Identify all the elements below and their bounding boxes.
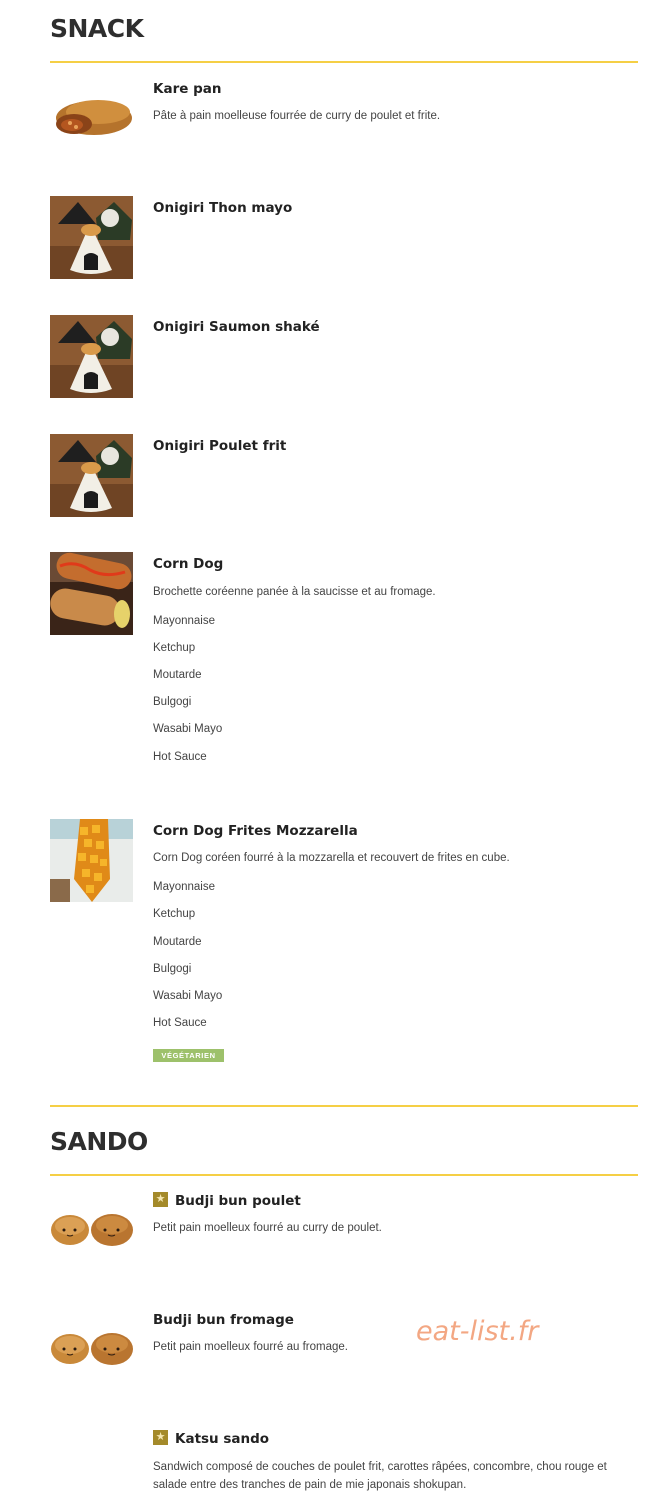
option-item[interactable]: Ketchup: [153, 642, 195, 654]
option-item[interactable]: Hot Sauce: [153, 1017, 207, 1029]
section-divider: [50, 61, 638, 63]
item-description: Petit pain moelleux fourré au curry de p…: [153, 1222, 382, 1234]
option-item[interactable]: Moutarde: [153, 669, 202, 681]
star-icon: ★: [153, 1192, 168, 1207]
item-title[interactable]: Onigiri Poulet frit: [153, 438, 286, 454]
item-title[interactable]: Corn Dog Frites Mozzarella: [153, 823, 358, 839]
option-item[interactable]: Hot Sauce: [153, 751, 207, 763]
star-icon: ★: [153, 1430, 168, 1445]
option-item[interactable]: Bulgogi: [153, 696, 191, 708]
option-item[interactable]: Moutarde: [153, 936, 202, 948]
budji-bun-image[interactable]: [50, 1309, 133, 1392]
item-description: Petit pain moelleux fourré au fromage.: [153, 1341, 348, 1353]
option-item[interactable]: Wasabi Mayo: [153, 723, 222, 735]
item-title[interactable]: Budji bun fromage: [153, 1312, 294, 1328]
item-title[interactable]: Katsu sando: [175, 1431, 269, 1447]
option-item[interactable]: Wasabi Mayo: [153, 990, 222, 1002]
option-item[interactable]: Ketchup: [153, 908, 195, 920]
corn-dog-image[interactable]: [50, 552, 133, 635]
vegetarian-badge: VÉGÉTARIEN: [153, 1049, 224, 1062]
item-title[interactable]: Onigiri Thon mayo: [153, 200, 292, 216]
option-item[interactable]: Mayonnaise: [153, 881, 215, 893]
item-title[interactable]: Onigiri Saumon shaké: [153, 319, 320, 335]
budji-bun-image[interactable]: [50, 1190, 133, 1273]
onigiri-image[interactable]: [50, 315, 133, 398]
section-divider: [50, 1174, 638, 1176]
corn-dog-fries-image[interactable]: [50, 819, 133, 902]
item-title[interactable]: Kare pan: [153, 81, 221, 97]
section-title-sando: SANDO: [50, 1127, 148, 1156]
item-description: Pâte à pain moelleuse fourrée de curry d…: [153, 110, 441, 122]
onigiri-image[interactable]: [50, 434, 133, 517]
section-divider: [50, 1105, 638, 1107]
option-item[interactable]: Bulgogi: [153, 963, 191, 975]
item-description: Corn Dog coréen fourré à la mozzarella e…: [153, 852, 510, 864]
watermark: eat-list.fr: [416, 1316, 539, 1347]
kare-pan-image[interactable]: [50, 78, 133, 161]
item-description: Sandwich composé de couches de poulet fr…: [153, 1461, 607, 1491]
item-title[interactable]: Budji bun poulet: [175, 1193, 301, 1209]
section-title-snack: SNACK: [50, 14, 144, 43]
item-title[interactable]: Corn Dog: [153, 556, 223, 572]
onigiri-image[interactable]: [50, 196, 133, 279]
option-item[interactable]: Mayonnaise: [153, 615, 215, 627]
item-description: Brochette coréenne panée à la saucisse e…: [153, 586, 436, 598]
